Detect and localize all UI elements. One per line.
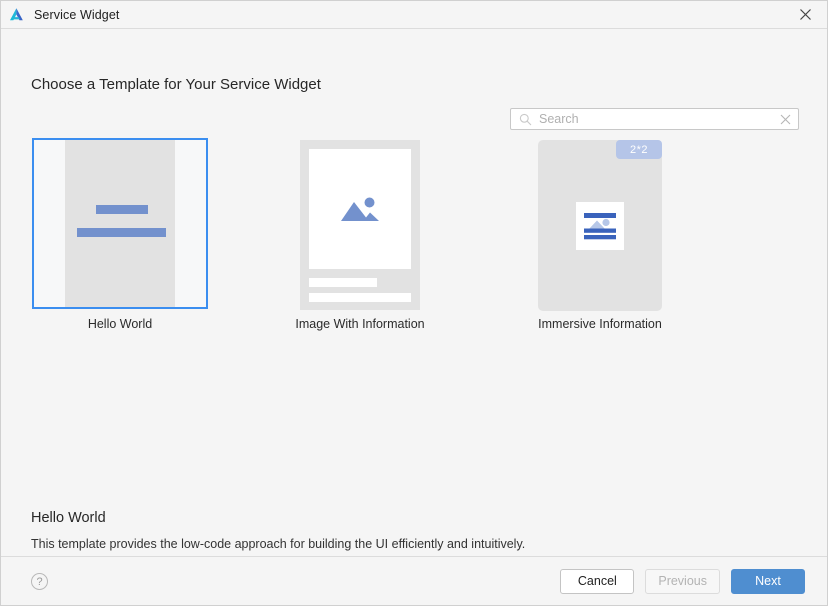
service-widget-dialog: Service Widget Choose a Template for You… (0, 0, 828, 606)
preview-bar-short (96, 205, 148, 214)
next-button[interactable]: Next (731, 568, 805, 594)
template-card-hello-world[interactable]: Hello World (32, 138, 208, 331)
preview-text-line-short (309, 278, 377, 287)
search-icon (519, 113, 532, 126)
template-preview-frame[interactable] (272, 138, 448, 310)
preview-hello-world (65, 140, 175, 307)
template-card-immersive-information[interactable]: 2*2 Immersive Information (512, 138, 688, 331)
clear-icon[interactable] (778, 112, 792, 126)
help-icon[interactable]: ? (31, 572, 48, 590)
cancel-button[interactable]: Cancel (560, 568, 635, 594)
template-label: Immersive Information (538, 317, 662, 331)
template-label: Hello World (87, 317, 153, 331)
preview-immersive-information: 2*2 (538, 140, 662, 311)
template-preview-frame[interactable]: 2*2 (512, 138, 688, 311)
footer-button-group: Cancel Previous Next (560, 568, 805, 594)
image-icon (341, 197, 379, 221)
previous-button: Previous (645, 568, 720, 594)
dialog-content: Choose a Template for Your Service Widge… (1, 29, 827, 556)
page-title: Choose a Template for Your Service Widge… (31, 76, 321, 93)
preview-mini-card (576, 201, 624, 250)
template-list: Hello World Image With Information 2*2 I… (32, 138, 772, 333)
size-badge: 2*2 (616, 140, 662, 159)
close-icon (799, 8, 811, 20)
description-body: This template provides the low-code appr… (31, 537, 526, 551)
template-preview-frame[interactable] (32, 138, 208, 309)
title-bar: Service Widget (1, 1, 827, 29)
deveco-logo-icon (8, 6, 25, 23)
preview-photo-area (309, 149, 411, 269)
search-input[interactable] (539, 110, 778, 128)
preview-bar-long (77, 228, 166, 237)
search-box[interactable] (510, 108, 799, 130)
template-card-image-with-information[interactable]: Image With Information (272, 138, 448, 331)
close-button[interactable] (783, 1, 827, 27)
template-label: Image With Information (295, 317, 425, 331)
immersive-icon (584, 212, 616, 239)
preview-text-line-long (309, 293, 411, 302)
preview-image-with-information (300, 140, 420, 310)
description-title: Hello World (31, 510, 106, 526)
window-title: Service Widget (34, 7, 120, 22)
dialog-footer: ? Cancel Previous Next (1, 556, 827, 605)
